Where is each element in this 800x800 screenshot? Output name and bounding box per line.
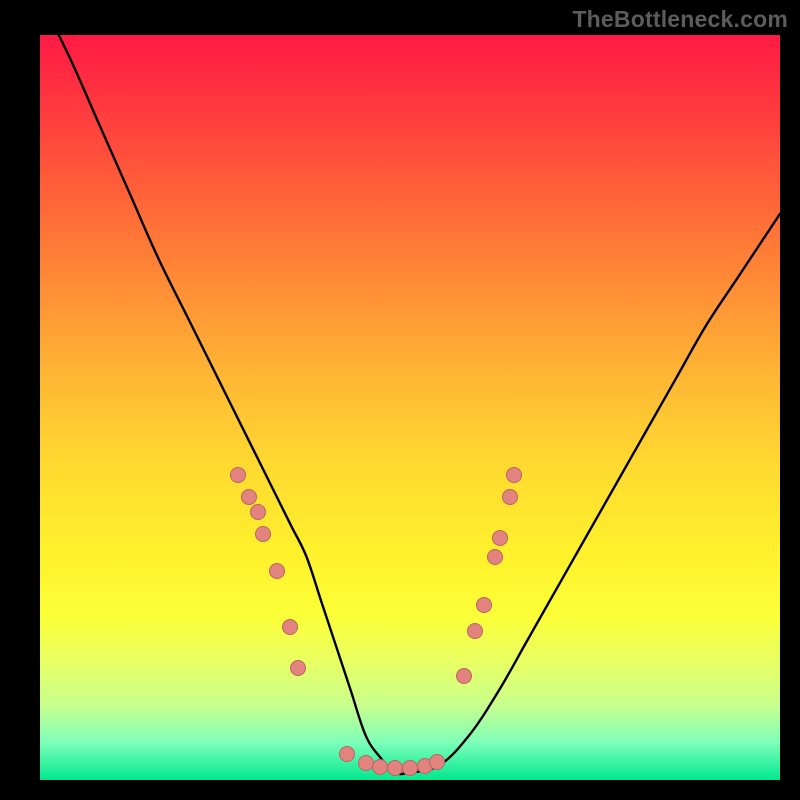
data-marker <box>241 489 257 505</box>
data-marker <box>372 759 388 775</box>
data-marker <box>282 619 298 635</box>
data-marker <box>506 467 522 483</box>
data-marker <box>339 746 355 762</box>
data-marker <box>255 526 271 542</box>
data-marker <box>502 489 518 505</box>
data-marker <box>487 549 503 565</box>
data-marker <box>429 754 445 770</box>
watermark-text: TheBottleneck.com <box>572 6 788 33</box>
data-marker <box>492 530 508 546</box>
data-marker <box>290 660 306 676</box>
data-marker <box>476 597 492 613</box>
marker-layer <box>40 35 780 780</box>
data-marker <box>467 623 483 639</box>
data-marker <box>358 755 374 771</box>
data-marker <box>456 668 472 684</box>
data-marker <box>230 467 246 483</box>
plot-area <box>40 35 780 780</box>
data-marker <box>387 760 403 776</box>
chart-frame: TheBottleneck.com <box>0 0 800 800</box>
data-marker <box>402 760 418 776</box>
data-marker <box>250 504 266 520</box>
data-marker <box>269 563 285 579</box>
